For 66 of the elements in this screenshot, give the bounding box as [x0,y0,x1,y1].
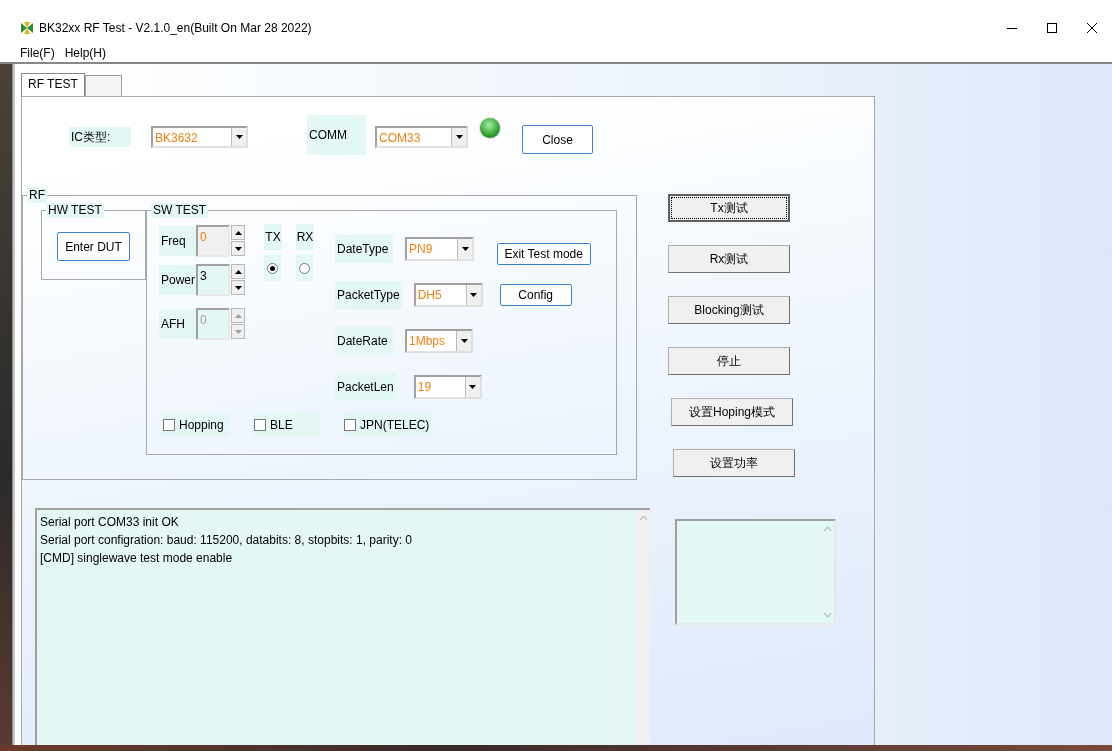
up-arrow-icon [234,269,242,274]
close-icon [1087,23,1097,33]
config-button[interactable]: Config [499,284,572,306]
scroll-down-icon [823,613,831,617]
field-label: PacketLen [335,373,396,401]
checkbox-label: BLE [270,417,293,432]
down-arrow-icon [234,329,242,334]
app-logo-icon [20,21,34,35]
down-arrow-icon [469,385,477,389]
log-line: Serial port configration: baud: 115200, databits: 8, stopbits: 1, parity: 0 [40,532,413,549]
close-button[interactable]: Close [522,125,593,154]
radio-label: TX [264,224,282,250]
checkbox[interactable] [254,418,266,431]
test-button[interactable]: 停止 [668,347,790,375]
radio-button[interactable] [299,262,310,274]
window-title: BK32xx RF Test - V2.1.0_en(Built On Mar 28 2022) [39,21,312,35]
enter-dut-button[interactable]: Enter DUT [57,232,130,261]
down-arrow-icon [455,135,463,139]
down-arrow-icon [235,135,243,139]
spin-up-button[interactable] [231,225,245,240]
spin-field[interactable]: 3 [196,263,230,296]
checkbox-label: Hopping [179,417,224,432]
test-button[interactable]: Blocking测试 [668,296,790,324]
down-arrow-icon [234,246,242,251]
field-label: Freq [159,225,196,256]
scroll-up-icon [823,527,831,531]
field-label: DateRate [335,327,393,355]
test-button[interactable]: Tx测试 [668,194,790,222]
field-label: PacketType [335,281,402,309]
tab[interactable]: RF TEST [21,73,85,96]
field-label: Power [159,264,196,295]
down-arrow-icon [234,285,242,290]
down-arrow-icon [461,247,469,251]
tab[interactable] [84,75,122,96]
spin-up-button[interactable] [231,264,245,279]
menu-item[interactable]: Help(H) [64,46,106,60]
radio-label: RX [296,224,314,250]
spin-down-button[interactable] [231,280,245,295]
scroll-up-icon [639,516,647,520]
spin-field: 0 [196,307,230,340]
group-title: RF [27,188,47,203]
group-title: HW TEST [46,203,104,218]
log-text-area[interactable]: Serial port COM33 init OK Serial port configration: baud: 115200, databits: 8, stopbits: 1, parity: 0 [CMD] singlewave test mode enable [35,508,650,748]
field-label: AFH [159,308,196,339]
test-button[interactable]: 设置功率 [673,449,795,477]
down-arrow-icon [460,339,468,343]
maximize-icon [1047,23,1057,33]
test-button[interactable]: Rx测试 [668,245,790,273]
log-line: Serial port COM33 init OK [40,514,180,531]
text-area[interactable] [675,519,836,625]
up-arrow-icon [234,313,242,318]
log-line: [CMD] singlewave test mode enable [40,550,234,567]
group-title: SW TEST [151,203,209,218]
checkbox[interactable] [163,418,175,431]
comm-label: COMM [307,115,366,155]
checkbox-label: JPN(TELEC) [360,417,430,432]
exit-test-mode-button[interactable]: Exit Test mode [496,243,591,265]
menu-item[interactable]: File(F) [20,46,55,60]
down-arrow-icon [470,293,478,297]
spin-down-button[interactable] [231,241,245,256]
test-button[interactable]: 设置Hoping模式 [671,398,793,426]
ic-type-label: IC类型: [69,127,131,147]
up-arrow-icon [234,230,242,235]
checkbox[interactable] [344,418,356,431]
radio-button[interactable] [267,262,278,274]
field-label: DateType [335,235,393,263]
